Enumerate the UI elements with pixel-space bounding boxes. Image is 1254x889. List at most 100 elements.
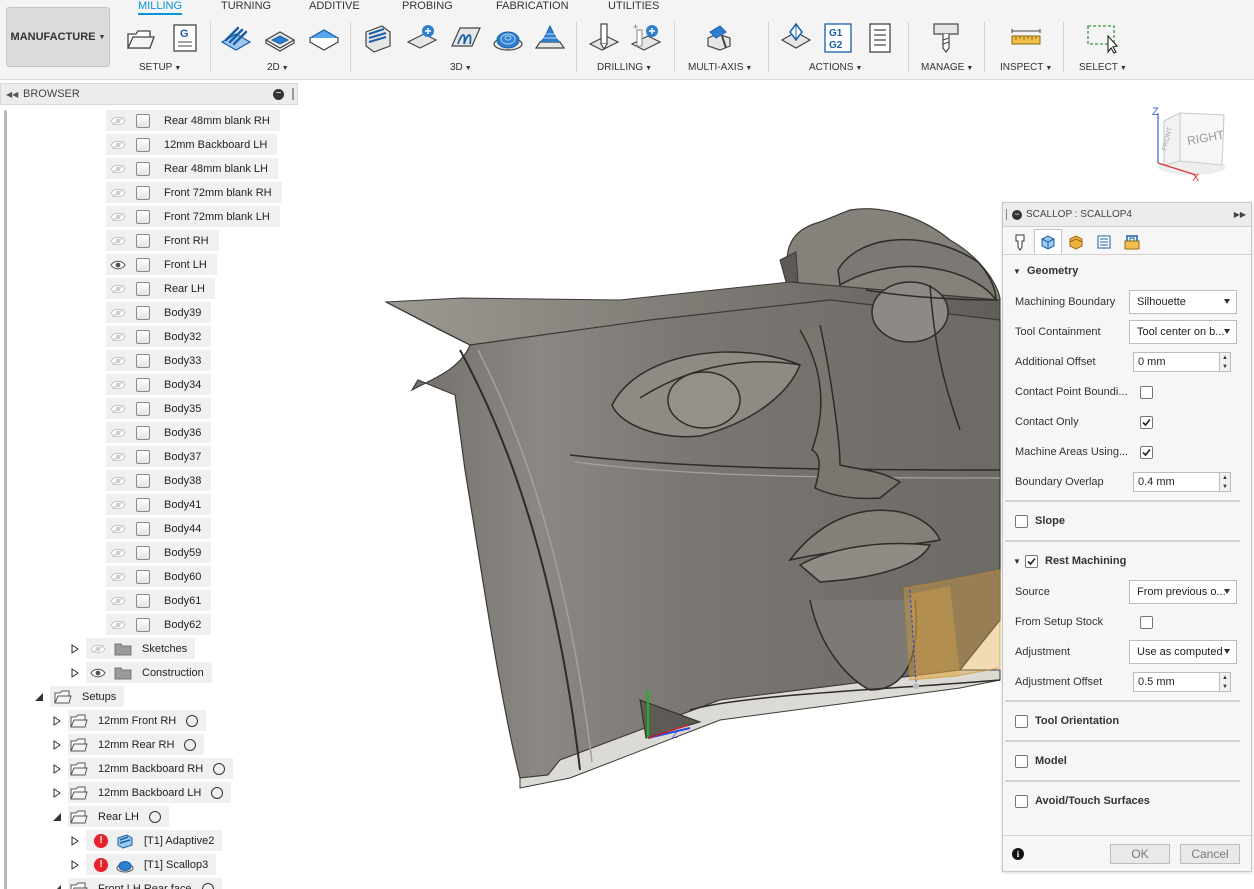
select-menu[interactable]: SELECT ▼ [1079, 62, 1127, 73]
browser-body-row[interactable]: Front 72mm blank LH [106, 206, 280, 227]
source-select[interactable]: From previous o... [1129, 580, 1237, 604]
3d-contour-icon[interactable] [534, 22, 566, 54]
visibility-eye-icon[interactable] [108, 330, 128, 344]
browser-operation-row[interactable]: ! [T1] Scallop3 [68, 854, 217, 875]
visibility-eye-icon[interactable] [108, 306, 128, 320]
tab-fabrication[interactable]: FABRICATION [496, 0, 569, 12]
browser-body-row[interactable]: Body39 [106, 302, 212, 323]
browser-body-row[interactable]: Body36 [106, 422, 212, 443]
visibility-eye-icon[interactable] [108, 426, 128, 440]
panel-grip-icon[interactable] [292, 88, 294, 100]
section-tool-orientation[interactable]: Tool Orientation [1003, 710, 1251, 732]
visibility-eye-icon[interactable] [108, 402, 128, 416]
boundary-overlap-input[interactable]: 0.4 mm ▲ ▼ [1133, 472, 1231, 492]
tab-utilities[interactable]: UTILITIES [608, 0, 659, 12]
slope-checkbox[interactable] [1015, 514, 1028, 528]
expand-triangle-icon[interactable] [50, 738, 64, 752]
tab-additive[interactable]: ADDITIVE [309, 0, 360, 12]
visibility-eye-icon[interactable] [108, 354, 128, 368]
expand-triangle-icon[interactable] [50, 786, 64, 800]
browser-body-row[interactable]: Body35 [106, 398, 212, 419]
2d-pocket-icon[interactable] [264, 22, 296, 54]
adjustment-offset-stepper[interactable]: ▲ ▼ [1219, 672, 1231, 692]
visibility-eye-icon[interactable] [108, 522, 128, 536]
adjustment-offset-input[interactable]: 0.5 mm ▲ ▼ [1133, 672, 1231, 692]
nc-program-icon[interactable]: G [168, 22, 200, 54]
minimize-icon[interactable]: − [1012, 209, 1022, 220]
browser-body-row[interactable]: Rear LH [106, 278, 215, 299]
browser-body-row[interactable]: Body34 [106, 374, 212, 395]
collapse-triangle-icon[interactable] [50, 882, 64, 889]
ok-button[interactable]: OK [1110, 844, 1170, 864]
visibility-eye-icon[interactable] [108, 378, 128, 392]
from-setup-stock-checkbox[interactable] [1140, 615, 1153, 629]
multi-axis-menu[interactable]: MULTI-AXIS ▼ [688, 62, 752, 73]
tool-containment-select[interactable]: Tool center on b... [1129, 320, 1237, 344]
rest-machining-checkbox[interactable] [1025, 554, 1038, 568]
boundary-overlap-stepper[interactable]: ▲ ▼ [1219, 472, 1231, 492]
browser-body-row[interactable]: Rear 48mm blank LH [106, 158, 278, 179]
browser-setup-row[interactable]: Rear LH [50, 806, 169, 827]
expand-triangle-icon[interactable] [68, 834, 82, 848]
browser-setup-row[interactable]: 12mm Rear RH [50, 734, 205, 755]
visibility-eye-icon[interactable] [108, 282, 128, 296]
avoid-touch-checkbox[interactable] [1015, 794, 1028, 808]
visibility-eye-icon[interactable] [108, 258, 128, 272]
browser-body-row[interactable]: Body62 [106, 614, 212, 635]
visibility-eye-icon[interactable] [108, 234, 128, 248]
collapse-browser-icon[interactable]: ◀◀ [6, 90, 20, 99]
tab-milling[interactable]: MILLING [138, 0, 183, 15]
tool-library-icon[interactable] [930, 22, 962, 54]
tab-heights[interactable] [1062, 229, 1090, 254]
expand-triangle-icon[interactable] [68, 666, 82, 680]
browser-operation-row[interactable]: ! [T1] Adaptive2 [68, 830, 223, 851]
tab-linking[interactable] [1118, 229, 1146, 254]
tab-turning[interactable]: TURNING [221, 0, 271, 12]
3d-steep-shallow-icon[interactable] [450, 22, 482, 54]
new-setup-icon[interactable] [124, 22, 156, 54]
expand-triangle-icon[interactable] [50, 714, 64, 728]
visibility-eye-icon[interactable] [108, 570, 128, 584]
browser-body-row[interactable]: Body38 [106, 470, 212, 491]
simulate-icon[interactable] [780, 22, 812, 54]
contact-point-boundary-checkbox[interactable] [1140, 385, 1153, 399]
tab-geometry[interactable] [1034, 229, 1062, 254]
expand-dialog-icon[interactable]: ▶▶ [1234, 210, 1246, 219]
browser-setup-row[interactable]: 12mm Backboard RH [50, 758, 234, 779]
browser-body-row[interactable]: Body44 [106, 518, 212, 539]
browser-setup-row[interactable]: 12mm Backboard LH [50, 782, 232, 803]
2d-face-icon[interactable] [308, 22, 340, 54]
3d-scallop-icon[interactable] [492, 22, 524, 54]
drill-icon[interactable] [588, 22, 620, 54]
visibility-eye-icon[interactable] [108, 210, 128, 224]
browser-body-row[interactable]: Front 72mm blank RH [106, 182, 282, 203]
section-slope[interactable]: Slope [1003, 510, 1251, 532]
section-rest-machining[interactable]: ▼ Rest Machining [1003, 550, 1251, 572]
browser-setups-row[interactable]: Setups [32, 686, 125, 707]
3d-model[interactable]: Z [384, 208, 1001, 789]
additional-offset-stepper[interactable]: ▲ ▼ [1219, 352, 1231, 372]
2d-menu[interactable]: 2D ▼ [267, 62, 289, 73]
workspace-switcher-button[interactable]: MANUFACTURE ▼ [6, 7, 110, 67]
visibility-eye-icon[interactable] [88, 666, 108, 680]
contact-only-checkbox[interactable] [1140, 415, 1153, 429]
3d-adaptive-icon[interactable] [362, 22, 394, 54]
post-process-icon[interactable]: G1 G2 [822, 22, 854, 54]
browser-body-row[interactable]: Body37 [106, 446, 212, 467]
visibility-eye-icon[interactable] [88, 642, 108, 656]
dialog-header[interactable]: − SCALLOP : SCALLOP4 ▶▶ [1003, 203, 1251, 227]
3d-pocket-icon[interactable] [406, 22, 438, 54]
section-avoid-touch[interactable]: Avoid/Touch Surfaces [1003, 790, 1251, 812]
visibility-eye-icon[interactable] [108, 186, 128, 200]
additional-offset-input[interactable]: 0 mm ▲ ▼ [1133, 352, 1231, 372]
visibility-eye-icon[interactable] [108, 498, 128, 512]
window-select-icon[interactable] [1086, 22, 1118, 54]
visibility-eye-icon[interactable] [108, 162, 128, 176]
machine-areas-checkbox[interactable] [1140, 445, 1153, 459]
cancel-button[interactable]: Cancel [1180, 844, 1240, 864]
info-icon[interactable]: i [1012, 847, 1024, 860]
browser-body-row[interactable]: Body41 [106, 494, 212, 515]
browser-body-row[interactable]: Body61 [106, 590, 212, 611]
expand-triangle-icon[interactable] [68, 642, 82, 656]
collapse-triangle-icon[interactable] [32, 690, 46, 704]
